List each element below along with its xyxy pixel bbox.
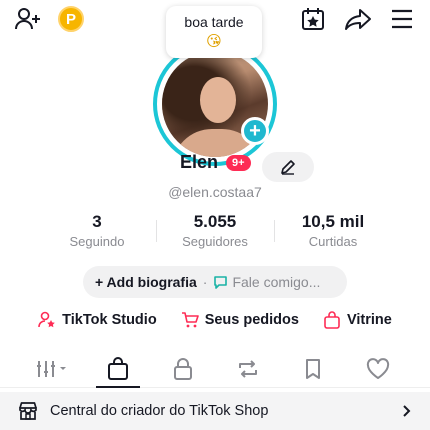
cart-icon — [181, 311, 199, 329]
tab-reposts[interactable] — [226, 350, 270, 388]
quick-links: TikTok Studio Seus pedidos Vitrine — [0, 311, 430, 329]
stats-row: 3 Seguindo 5.055 Seguidores 10,5 mil Cur… — [38, 212, 392, 249]
edit-profile-button[interactable] — [262, 152, 314, 182]
bio-separator: · — [202, 274, 208, 290]
grid-filter-icon — [36, 358, 70, 380]
add-friend-icon[interactable] — [14, 6, 42, 32]
shop-bar-label: Central do criador do TikTok Shop — [50, 403, 269, 419]
tiktok-studio-link[interactable]: TikTok Studio — [38, 311, 157, 329]
bio-row: + Add biografia · Fale comigo... — [83, 266, 347, 298]
note-bubble[interactable]: boa tarde 😘 — [166, 6, 262, 58]
tiktok-studio-label: TikTok Studio — [62, 312, 157, 328]
chat-bubble-icon — [213, 275, 228, 290]
share-icon[interactable] — [344, 6, 372, 32]
lock-icon — [173, 357, 193, 380]
content-tabs — [0, 350, 430, 388]
username: @elen.costaa7 — [168, 184, 262, 200]
tab-videos[interactable] — [31, 350, 75, 388]
stat-following[interactable]: 3 Seguindo — [38, 212, 156, 249]
orders-link[interactable]: Seus pedidos — [181, 311, 299, 329]
orders-label: Seus pedidos — [204, 312, 299, 328]
tiktok-shop-creator-bar[interactable]: Central do criador do TikTok Shop — [0, 392, 430, 430]
pencil-icon — [280, 159, 296, 175]
showcase-label: Vitrine — [346, 312, 392, 328]
shopping-bag-icon — [323, 311, 341, 329]
add-bio-button[interactable]: + Add biografia — [95, 274, 197, 290]
coins-icon[interactable]: P — [58, 6, 84, 32]
stat-label: Seguidores — [182, 234, 248, 249]
stat-followers[interactable]: 5.055 Seguidores — [156, 212, 274, 249]
stat-value: 10,5 mil — [301, 212, 365, 231]
bookmark-icon — [304, 358, 322, 380]
shopping-bag-icon — [107, 356, 129, 381]
note-text: boa tarde — [184, 14, 244, 30]
repost-icon — [236, 358, 260, 380]
chat-prompt-label: Fale comigo... — [232, 274, 321, 290]
stat-value: 5.055 — [193, 212, 237, 231]
stat-likes[interactable]: 10,5 mil Curtidas — [274, 212, 392, 249]
menu-icon[interactable] — [390, 8, 414, 30]
name-row: Elen 9+ — [180, 152, 251, 173]
chevron-right-icon — [402, 404, 412, 418]
chat-prompt[interactable]: Fale comigo... — [213, 274, 320, 290]
person-star-icon — [38, 311, 56, 329]
stat-label: Seguindo — [69, 234, 125, 249]
tab-liked[interactable] — [356, 350, 400, 388]
topbar-right — [300, 6, 414, 32]
showcase-link[interactable]: Vitrine — [323, 311, 392, 329]
note-emoji: 😘 — [206, 33, 222, 50]
tab-saved[interactable] — [291, 350, 335, 388]
stat-value: 3 — [92, 212, 102, 231]
tab-shop[interactable] — [95, 350, 140, 388]
tab-private[interactable] — [161, 350, 205, 388]
notification-badge[interactable]: 9+ — [226, 154, 251, 171]
heart-icon — [366, 357, 390, 380]
calendar-star-icon[interactable] — [300, 6, 326, 32]
topbar-left: P — [14, 6, 84, 32]
profile-name: Elen — [180, 152, 219, 172]
storefront-icon — [18, 401, 38, 421]
add-story-button[interactable]: + — [241, 117, 269, 145]
stat-label: Curtidas — [308, 234, 358, 249]
